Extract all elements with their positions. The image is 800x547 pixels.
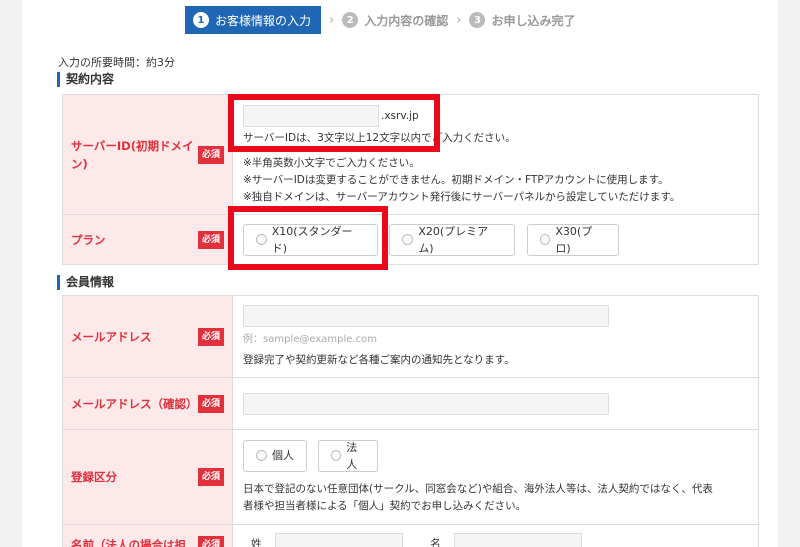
last-name-input[interactable]: [274, 532, 403, 547]
email-label: メールアドレス: [71, 329, 152, 344]
annotation-highlight-server-id: [228, 94, 440, 152]
radio-icon: [256, 450, 267, 461]
step-1: 1 お客様情報の入力: [185, 6, 322, 34]
required-badge: 必須: [198, 327, 224, 346]
first-name-label: 名: [430, 537, 441, 547]
plan-label-cell: プラン 必須: [62, 214, 233, 265]
email-field-cell: 例：sample@example.com 登録完了や契約更新など各種ご案内の通知…: [232, 295, 759, 378]
plan-row: プラン 必須 X10(スタンダード) X20(プレミアム) X30(プロ): [62, 214, 759, 265]
registration-type-field-cell: 個人 法人 日本で登記のない任意団体(サークル、同窓会など)や組合、海外法人等は…: [232, 429, 759, 525]
step-number: 3: [469, 12, 486, 28]
required-badge: 必須: [198, 394, 224, 413]
section-title-member: 会員情報: [57, 275, 114, 290]
step-label: お客様情報の入力: [215, 13, 312, 28]
required-badge: 必須: [198, 230, 224, 249]
plan-option-x30[interactable]: X30(プロ): [526, 223, 619, 256]
chevron-right-icon: ›: [456, 12, 462, 28]
annotation-highlight-plan: [228, 206, 388, 270]
step-3: 3 お申し込み完了: [469, 6, 575, 34]
member-table: メールアドレス 必須 例：sample@example.com 登録完了や契約更…: [62, 295, 759, 547]
radio-icon: [402, 234, 414, 245]
step-2: 2 入力内容の確認: [342, 6, 448, 34]
email-placeholder: 例：sample@example.com: [243, 334, 377, 345]
email-confirm-input[interactable]: [243, 392, 609, 415]
last-name-label: 姓: [251, 537, 262, 547]
email-row: メールアドレス 必須 例：sample@example.com 登録完了や契約更…: [62, 295, 759, 378]
first-name-input[interactable]: [454, 532, 583, 547]
radio-icon: [539, 234, 551, 245]
step-number: 1: [193, 12, 209, 28]
registration-option-label: 個人: [272, 449, 294, 462]
chevron-right-icon: ›: [329, 12, 335, 28]
server-id-note-1: ※半角英数小文字でご入力ください。: [243, 157, 420, 169]
plan-option-x20[interactable]: X20(プレミアム): [389, 223, 516, 256]
email-note: 登録完了や契約更新など各種ご案内の通知先となります。: [243, 354, 515, 366]
email-confirm-label-cell: メールアドレス（確認） 必須: [62, 377, 233, 430]
required-badge: 必須: [198, 145, 224, 164]
required-badge: 必須: [198, 535, 224, 547]
signup-form-page: 1 お客様情報の入力 › 2 入力内容の確認 › 3 お申し込み完了 入力の所要…: [22, 0, 778, 547]
email-confirm-label: メールアドレス（確認）: [71, 396, 198, 411]
registration-type-note: 日本で登記のない任意団体(サークル、同窓会など)や組合、海外法人等は、法人契約で…: [243, 482, 713, 512]
step-label: お申し込み完了: [491, 13, 576, 28]
server-id-label-cell: サーバーID(初期ドメイン) 必須: [62, 94, 233, 215]
server-id-note-3: ※独自ドメインは、サーバーアカウント発行後にサーバーパネルから設定していただけま…: [243, 191, 681, 203]
plan-option-label: X20(プレミアム): [418, 224, 489, 255]
server-id-label: サーバーID(初期ドメイン): [71, 138, 194, 171]
name-label-cell: 名前（法人の場合は担 必須: [62, 524, 233, 547]
email-confirm-row: メールアドレス（確認） 必須: [62, 377, 759, 430]
email-confirm-field-cell: [232, 377, 759, 430]
registration-option-label: 法人: [346, 440, 358, 471]
section-title-contract: 契約内容: [57, 72, 114, 87]
email-label-cell: メールアドレス 必須: [62, 295, 233, 378]
registration-type-row: 登録区分 必須 個人 法人 日本で登記のない任意団体(サークル、同窓会など)や組…: [62, 429, 759, 525]
required-badge: 必須: [198, 468, 224, 486]
step-indicator: 1 お客様情報の入力 › 2 入力内容の確認 › 3 お申し込み完了: [185, 6, 575, 34]
registration-option-corporate[interactable]: 法人: [318, 439, 379, 472]
registration-option-individual[interactable]: 個人: [243, 439, 307, 472]
estimated-time: 入力の所要時間：約3分: [58, 56, 175, 69]
step-number: 2: [342, 12, 359, 28]
name-row: 名前（法人の場合は担 必須 姓 名: [62, 524, 759, 547]
email-input[interactable]: [243, 305, 609, 327]
registration-type-label: 登録区分: [71, 470, 117, 484]
name-label: 名前（法人の場合は担: [71, 537, 186, 547]
radio-icon: [331, 450, 342, 461]
plan-label: プラン: [71, 232, 106, 247]
plan-option-label: X30(プロ): [555, 224, 593, 255]
server-id-note-2: ※サーバーIDは変更することができません。初期ドメイン・FTPアカウントに使用し…: [243, 174, 669, 186]
step-label: 入力内容の確認: [364, 13, 449, 28]
name-field-cell: 姓 名: [232, 524, 759, 547]
registration-type-label-cell: 登録区分 必須: [62, 429, 233, 525]
